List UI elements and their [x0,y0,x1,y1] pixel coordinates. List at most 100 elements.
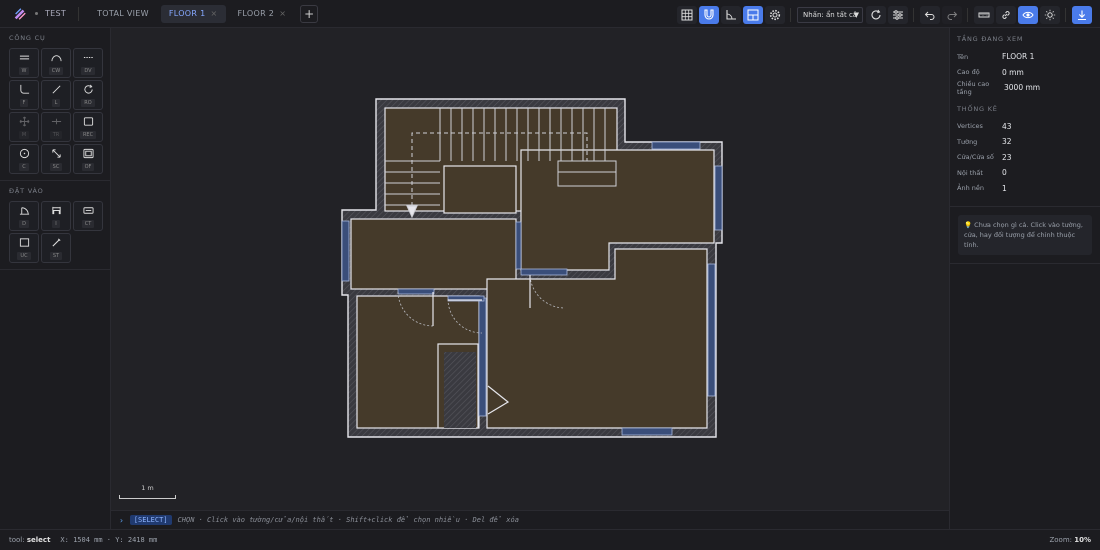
tool-curved-wall-button[interactable]: CW [41,48,71,78]
dashed-line-icon [83,56,93,58]
grid-toggle-button[interactable] [677,6,697,24]
place-stair-button[interactable]: ST [41,233,71,263]
layout-toggle-button[interactable] [743,6,763,24]
tool-scale-button[interactable]: SC [41,144,71,174]
sun-icon [1044,9,1056,21]
magnet-icon [704,9,714,20]
scale-icon [51,148,61,158]
view-toggle-button[interactable] [1018,6,1038,24]
tool-wall-button[interactable]: W [9,48,39,78]
shortcut-key: M [18,130,30,139]
tab-floor-2[interactable]: FLOOR 2 × [230,5,295,23]
command-console[interactable]: › [SELECT] CHỌN · Click vào tường/cửa/nộ… [111,510,949,529]
tab-total-view[interactable]: TOTAL VIEW [89,5,157,23]
tool-line-button[interactable]: L [41,80,71,110]
stat-value: 43 [1002,121,1012,131]
refresh-button[interactable] [866,6,886,24]
tool-status: tool: select [9,536,50,544]
grid-icon [681,9,693,21]
tool-trim-button[interactable]: TR [41,112,71,142]
refresh-icon [871,9,881,20]
theme-toggle-button[interactable] [1040,6,1060,24]
place-door-button[interactable]: D [9,201,39,231]
prop-value[interactable]: 0 mm [1002,68,1024,77]
hint-text: 💡 Chưa chọn gì cả. Click vào tường, cửa,… [964,221,1083,249]
place-furniture-button[interactable]: UC [9,233,39,263]
undo-button[interactable] [920,6,940,24]
shortcut-key: C [19,162,29,171]
gear-icon [769,9,781,21]
left-toolbar: CÔNG CỤ W CW DV F L RO M TR REC C SC OF … [0,28,111,529]
tool-fillet-button[interactable]: F [9,80,39,110]
stat-value: 23 [1002,152,1012,162]
curved-wall-icon [50,54,62,61]
shortcut-key: TR [49,130,63,139]
furniture-icon [19,237,29,247]
link-button[interactable] [996,6,1016,24]
redo-button[interactable] [942,6,962,24]
stat-label: Vertices [957,122,983,131]
door-icon [19,206,29,215]
tool-circle-button[interactable]: C [9,144,39,174]
tab-label: TOTAL VIEW [97,9,149,18]
prop-value[interactable]: FLOOR 1 [1002,52,1034,61]
visibility-filter-select[interactable]: Nhấn: ẩn tất cả ▼ [797,7,863,23]
measure-button[interactable] [974,6,994,24]
redo-icon [947,11,958,20]
add-floor-button[interactable]: + [300,4,319,23]
stat-row: Vertices 43 [950,119,1100,135]
place-window-button[interactable]: I [41,201,71,231]
floor-plan[interactable] [111,28,949,510]
prop-value[interactable]: 3000 mm [1004,83,1040,92]
wall-icon [19,55,29,59]
scale-bar: 1 m [119,484,176,504]
floor-section-title: TẦNG ĐANG XEM [957,35,1024,43]
rectangle-icon [83,116,93,126]
stat-label: Cửa/Cửa số [957,153,994,162]
shortcut-key: F [19,98,29,107]
stat-label: Nội thất [957,168,983,177]
tab-label: FLOOR 1 [168,9,206,18]
settings-button[interactable] [765,6,785,24]
console-message: CHỌN · Click vào tường/cửa/nội thất · Sh… [177,516,519,524]
snap-toggle-button[interactable] [699,6,719,24]
selection-hint: 💡 Chưa chọn gì cả. Click vào tường, cửa,… [958,215,1092,255]
place-cabinet-button[interactable]: CT [73,201,103,231]
divider [78,6,80,21]
properties-button[interactable] [888,6,908,24]
shortcut-key: DV [81,66,95,75]
tab-floor-1[interactable]: FLOOR 1 × [160,4,226,23]
sliders-icon [893,10,903,20]
tools-grid: W CW DV F L RO M TR REC C SC OF [0,48,110,174]
chevron-down-icon: ▼ [853,11,859,19]
export-button[interactable] [1072,6,1092,24]
tab-label: FLOOR 2 [237,9,275,18]
chevron-right-icon: › [119,515,124,525]
prop-label: Cao độ [957,68,980,77]
app-logo-icon[interactable] [12,6,28,22]
shortcut-key: CW [48,66,64,75]
close-icon[interactable]: × [279,9,286,18]
shortcut-key: SC [49,162,63,171]
stat-value: 32 [1002,137,1012,147]
line-icon [52,85,60,93]
project-name[interactable]: TEST [45,9,66,18]
close-icon[interactable]: × [211,9,218,18]
divider [790,8,791,22]
stats-section-title: THỐNG KÊ [957,104,998,113]
ortho-toggle-button[interactable] [721,6,741,24]
divider [1065,8,1066,22]
tool-rectangle-button[interactable]: REC [73,112,103,142]
tool-dashed-line-button[interactable]: DV [73,48,103,78]
tool-offset-button[interactable]: OF [73,144,103,174]
drawing-canvas[interactable]: 1 m [111,28,949,510]
ruler-icon [978,12,990,18]
tool-rotate-button[interactable]: RO [73,80,103,110]
room-small[interactable] [443,165,517,214]
eye-icon [1022,11,1034,19]
tool-move-button[interactable]: M [9,112,39,142]
divider [0,180,110,181]
stat-row: Cửa/Cửa số 23 [950,150,1100,166]
tool-status-value: select [26,536,51,544]
floor-elevation-row: Cao độ 0 mm [950,65,1100,81]
